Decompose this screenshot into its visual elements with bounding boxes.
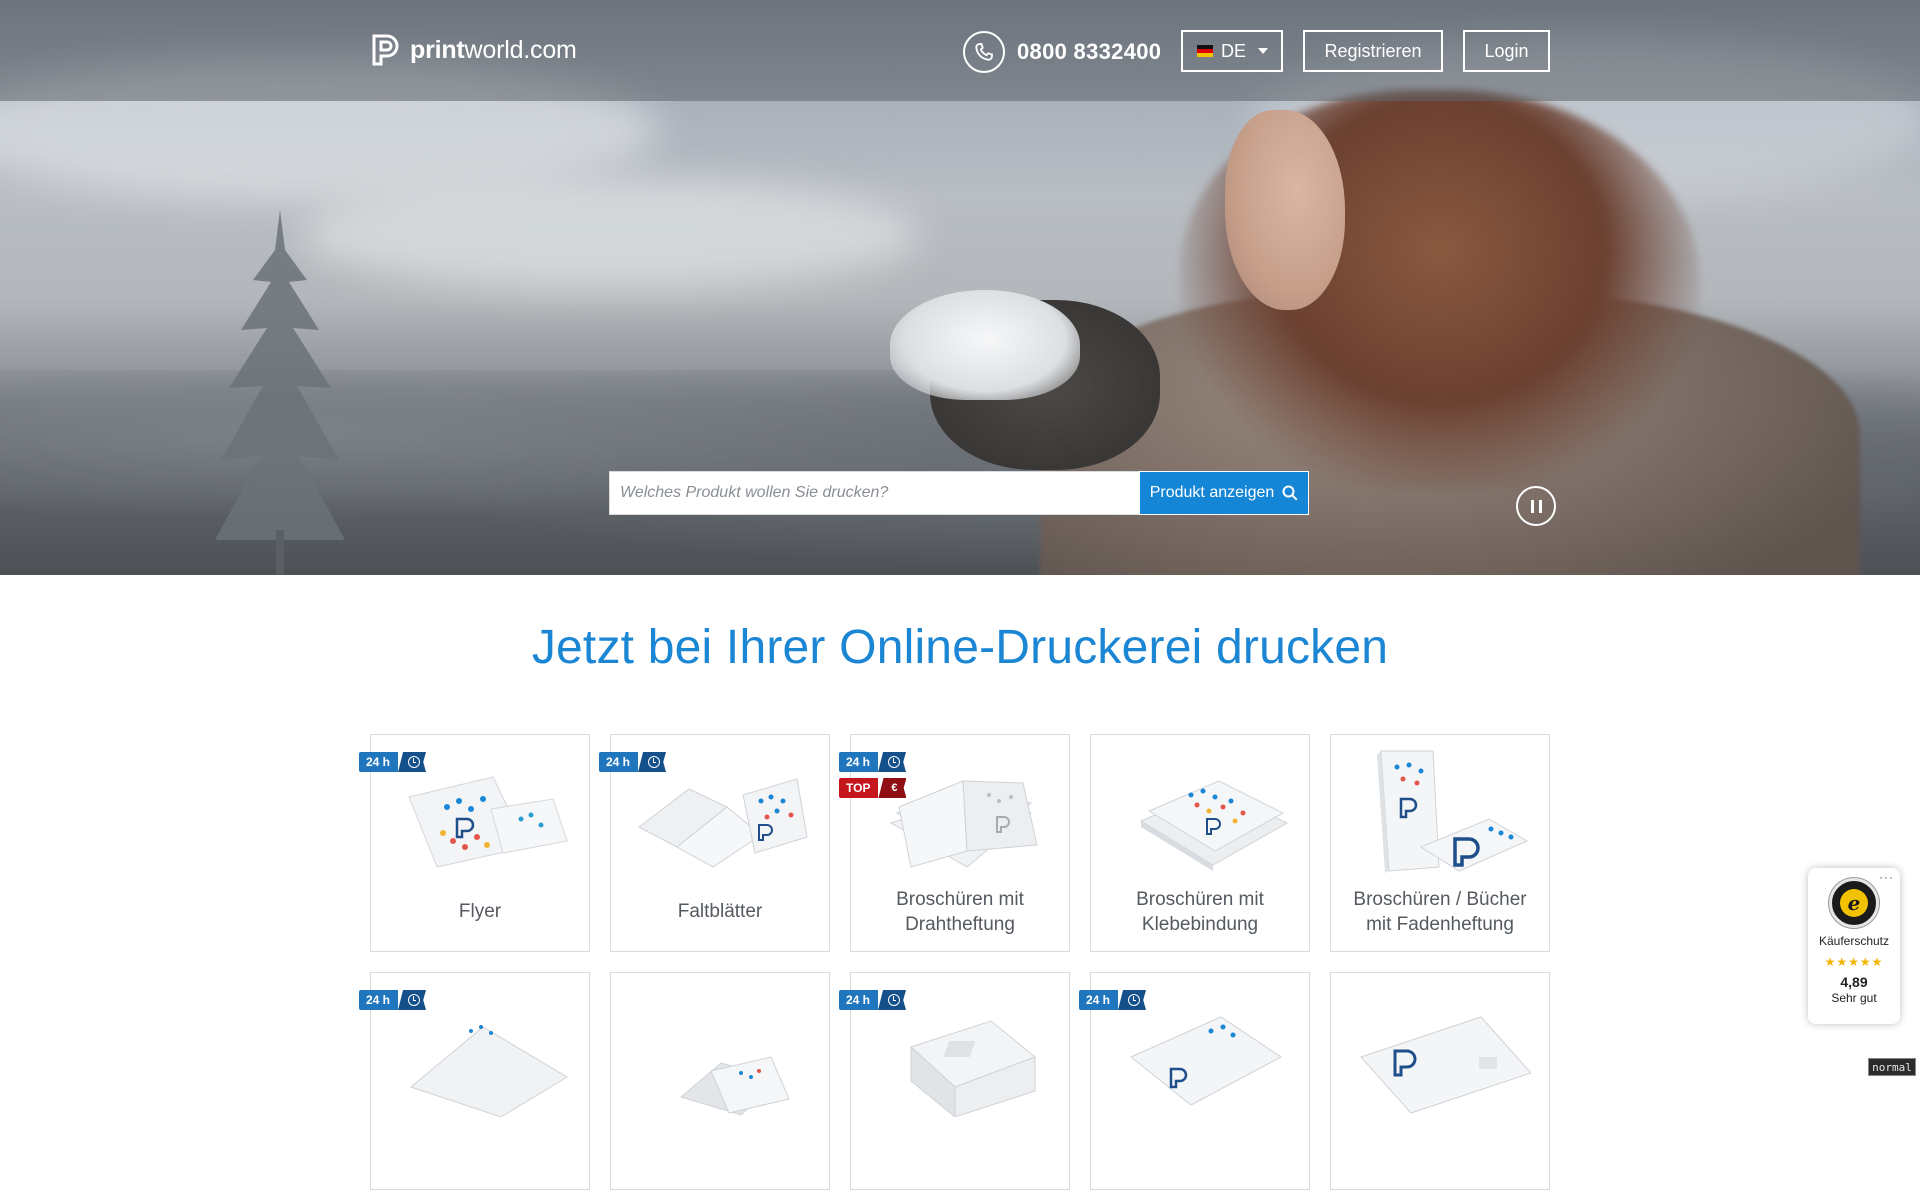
register-button[interactable]: Registrieren	[1303, 30, 1443, 72]
product-card[interactable]	[610, 972, 830, 1190]
clock-icon	[408, 994, 421, 1006]
top-navigation-bar	[0, 0, 1920, 101]
trust-score: 4,89	[1840, 974, 1868, 990]
trusted-shops-seal-icon: e	[1829, 878, 1879, 928]
product-card-flyer[interactable]: Flyer 24 h	[359, 734, 590, 952]
hero-cloud	[300, 180, 920, 290]
more-options-icon[interactable]: ···	[1879, 870, 1894, 884]
hero-face	[1225, 110, 1345, 310]
phone-icon	[963, 31, 1005, 73]
desk-pad-product-image	[1360, 1016, 1531, 1114]
product-label: Broschüren mit Klebebindung	[1136, 889, 1264, 935]
clock-icon	[1128, 994, 1141, 1006]
login-button[interactable]: Login	[1463, 30, 1550, 72]
trust-rating: Sehr gut	[1831, 991, 1877, 1005]
printworld-logo[interactable]: printworld.com	[370, 30, 577, 70]
product-card-broschueren-drahtheftung[interactable]: Broschüren mit Drahtheftung 24 h TOP €	[839, 734, 1070, 952]
badge-24h: 24 h	[1079, 990, 1147, 1010]
show-product-button[interactable]: Produkt anzeigen	[1139, 471, 1309, 515]
product-card[interactable]: 24 h	[839, 972, 1070, 1190]
product-card[interactable]	[1330, 972, 1550, 1190]
phone-contact[interactable]: 0800 8332400	[963, 30, 1161, 74]
german-flag-icon	[1197, 45, 1213, 57]
language-selector[interactable]: DE	[1181, 30, 1283, 72]
product-card-broschueren-klebebindung[interactable]: Broschüren mit Klebebindung	[1090, 734, 1310, 952]
mode-indicator: normal	[1868, 1058, 1916, 1076]
badge-24h: 24 h	[599, 752, 667, 772]
business-cards-product-image	[679, 1056, 790, 1116]
euro-icon: €	[891, 782, 898, 794]
product-label: Broschüren / Bücher mit Fadenheftung	[1353, 889, 1527, 935]
star-rating-icons: ★★★★★	[1824, 955, 1884, 969]
product-search: Welches Produkt wollen Sie drucken? Prod…	[609, 471, 1309, 515]
language-code: DE	[1221, 40, 1247, 61]
printworld-logo-icon	[372, 34, 399, 66]
product-card[interactable]: 24 h	[1079, 972, 1310, 1190]
show-product-label: Produkt anzeigen	[1149, 484, 1275, 501]
page-title: Jetzt bei Ihrer Online-Druckerei drucken	[531, 621, 1389, 674]
hero-snow	[890, 290, 1080, 400]
product-card-buecher-fadenheftung[interactable]: Broschüren / Bücher mit Fadenheftung	[1330, 734, 1550, 952]
product-card[interactable]: 24 h	[359, 972, 590, 1190]
badge-24h: 24 h	[359, 990, 427, 1010]
search-input[interactable]: Welches Produkt wollen Sie drucken?	[609, 471, 1139, 515]
caret-down-icon	[1258, 48, 1268, 54]
badge-24h: 24 h	[839, 752, 907, 772]
perfect-bound-brochure-product-image	[1139, 780, 1289, 871]
trust-title: Käuferschutz	[1818, 934, 1890, 948]
product-label: Broschüren mit Drahtheftung	[896, 889, 1024, 935]
clock-icon	[888, 756, 901, 768]
logo-text: printworld.com	[410, 35, 577, 64]
thread-sewn-book-product-image	[1377, 750, 1529, 873]
product-label: Faltblätter	[677, 901, 763, 922]
badge-24h: 24 h	[359, 752, 427, 772]
pause-icon	[1538, 499, 1542, 513]
trusted-shops-badge[interactable]: ··· e Käuferschutz ★★★★★ 4,89 Sehr gut	[1808, 868, 1900, 1024]
pause-icon	[1530, 499, 1534, 513]
pause-video-button[interactable]	[1516, 486, 1556, 526]
hero-tree	[215, 210, 345, 575]
product-label: Flyer	[458, 901, 502, 922]
search-icon	[1282, 485, 1298, 501]
product-card-faltblaetter[interactable]: Faltblätter 24 h	[599, 734, 830, 952]
badge-top: TOP €	[839, 778, 907, 798]
clock-icon	[888, 994, 901, 1006]
phone-number[interactable]: 0800 8332400	[1017, 39, 1161, 65]
clock-icon	[648, 756, 661, 768]
clock-icon	[408, 756, 421, 768]
badge-24h: 24 h	[839, 990, 907, 1010]
